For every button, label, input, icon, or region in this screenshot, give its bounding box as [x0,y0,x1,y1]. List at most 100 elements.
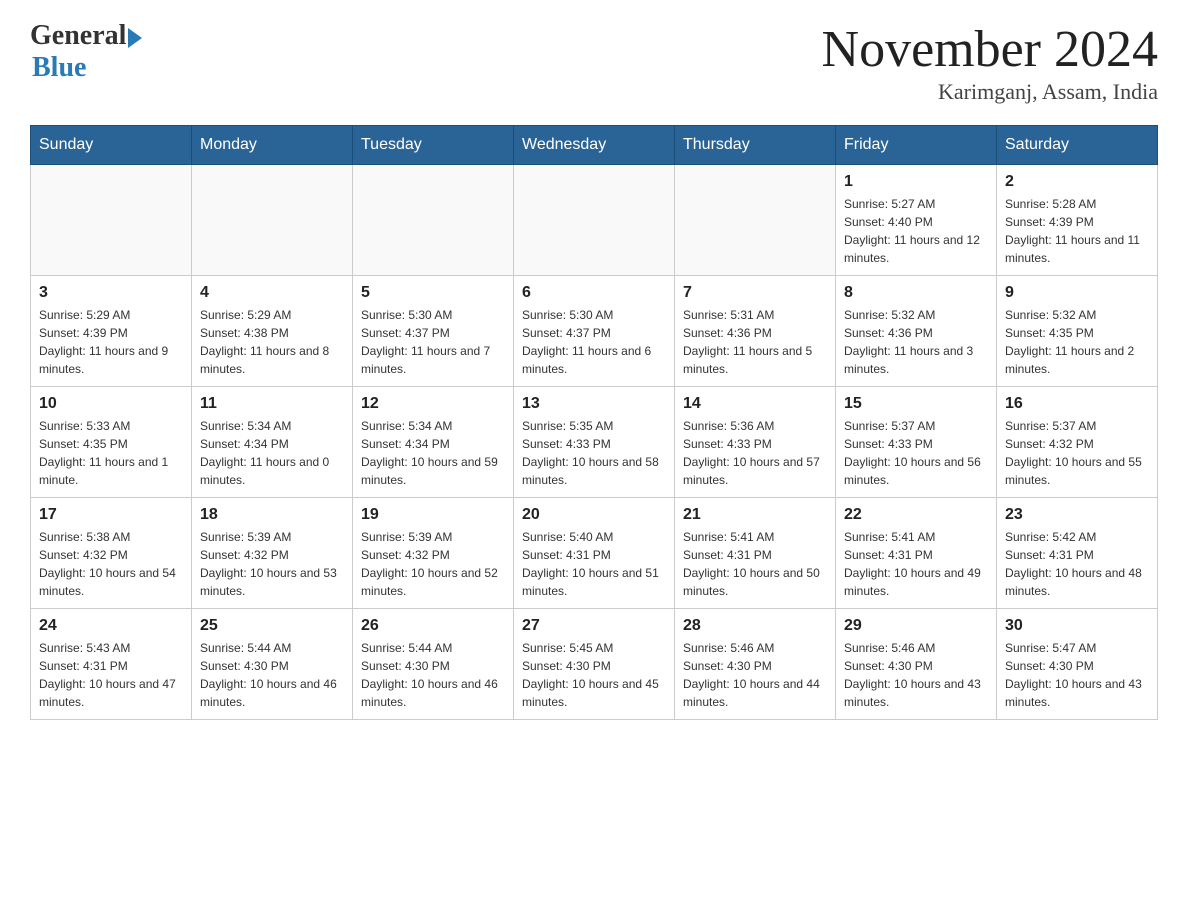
logo-general-text: General [30,20,126,52]
day-number: 15 [844,395,988,413]
calendar-cell: 13 Sunrise: 5:35 AM Sunset: 4:33 PM Dayli… [514,387,675,498]
calendar-cell: 8 Sunrise: 5:32 AM Sunset: 4:36 PM Daylig… [836,276,997,387]
day-number: 12 [361,395,505,413]
day-info: Sunrise: 5:35 AM Sunset: 4:33 PM Dayligh… [522,417,666,489]
day-number: 20 [522,506,666,524]
day-info: Sunrise: 5:44 AM Sunset: 4:30 PM Dayligh… [200,639,344,711]
weekday-header-sunday: Sunday [31,126,192,165]
calendar-cell [675,165,836,276]
day-number: 25 [200,617,344,635]
day-number: 26 [361,617,505,635]
calendar-cell: 27Sunrise: 5:45 AM Sunset: 4:30 PM Dayli… [514,609,675,720]
day-number: 3 [39,284,183,302]
day-info: Sunrise: 5:38 AM Sunset: 4:32 PM Dayligh… [39,528,183,600]
day-info: Sunrise: 5:28 AM Sunset: 4:39 PM Dayligh… [1005,195,1149,267]
calendar-week-row: 3Sunrise: 5:29 AM Sunset: 4:39 PM Daylig… [31,276,1158,387]
day-number: 19 [361,506,505,524]
weekday-header-tuesday: Tuesday [353,126,514,165]
day-info: Sunrise: 5:39 AM Sunset: 4:32 PM Dayligh… [361,528,505,600]
calendar-week-row: 24Sunrise: 5:43 AM Sunset: 4:31 PM Dayli… [31,609,1158,720]
day-number: 16 [1005,395,1149,413]
calendar-cell: 17 Sunrise: 5:38 AM Sunset: 4:32 PM Dayli… [31,498,192,609]
day-number: 22 [844,506,988,524]
day-info: Sunrise: 5:32 AM Sunset: 4:36 PM Dayligh… [844,306,988,378]
day-info: Sunrise: 5:34 AM Sunset: 4:34 PM Dayligh… [361,417,505,489]
day-number: 23 [1005,506,1149,524]
calendar-cell: 11Sunrise: 5:34 AM Sunset: 4:34 PM Dayli… [192,387,353,498]
calendar-cell [31,165,192,276]
day-number: 28 [683,617,827,635]
page-header: General Blue November 2024 Karimganj, As… [30,20,1158,105]
weekday-header-saturday: Saturday [997,126,1158,165]
calendar-cell: 19 Sunrise: 5:39 AM Sunset: 4:32 PM Dayli… [353,498,514,609]
day-info: Sunrise: 5:33 AM Sunset: 4:35 PM Dayligh… [39,417,183,489]
calendar-table: SundayMondayTuesdayWednesdayThursdayFrid… [30,125,1158,720]
day-number: 10 [39,395,183,413]
calendar-cell: 16 Sunrise: 5:37 AM Sunset: 4:32 PM Dayli… [997,387,1158,498]
calendar-cell: 2 Sunrise: 5:28 AM Sunset: 4:39 PM Daylig… [997,165,1158,276]
calendar-cell: 12 Sunrise: 5:34 AM Sunset: 4:34 PM Dayli… [353,387,514,498]
calendar-week-row: 10 Sunrise: 5:33 AM Sunset: 4:35 PM Dayli… [31,387,1158,498]
logo-blue-text: Blue [32,52,86,84]
day-info: Sunrise: 5:43 AM Sunset: 4:31 PM Dayligh… [39,639,183,711]
day-info: Sunrise: 5:36 AM Sunset: 4:33 PM Dayligh… [683,417,827,489]
calendar-cell: 24Sunrise: 5:43 AM Sunset: 4:31 PM Dayli… [31,609,192,720]
day-info: Sunrise: 5:44 AM Sunset: 4:30 PM Dayligh… [361,639,505,711]
calendar-cell: 7 Sunrise: 5:31 AM Sunset: 4:36 PM Daylig… [675,276,836,387]
day-number: 29 [844,617,988,635]
calendar-cell: 25 Sunrise: 5:44 AM Sunset: 4:30 PM Dayli… [192,609,353,720]
day-info: Sunrise: 5:46 AM Sunset: 4:30 PM Dayligh… [683,639,827,711]
logo: General Blue [30,20,142,84]
day-number: 6 [522,284,666,302]
calendar-cell [353,165,514,276]
day-info: Sunrise: 5:37 AM Sunset: 4:32 PM Dayligh… [1005,417,1149,489]
day-info: Sunrise: 5:27 AM Sunset: 4:40 PM Dayligh… [844,195,988,267]
day-number: 21 [683,506,827,524]
calendar-cell [192,165,353,276]
day-info: Sunrise: 5:41 AM Sunset: 4:31 PM Dayligh… [683,528,827,600]
calendar-cell: 20 Sunrise: 5:40 AM Sunset: 4:31 PM Dayli… [514,498,675,609]
day-info: Sunrise: 5:37 AM Sunset: 4:33 PM Dayligh… [844,417,988,489]
calendar-cell: 5Sunrise: 5:30 AM Sunset: 4:37 PM Daylig… [353,276,514,387]
day-info: Sunrise: 5:39 AM Sunset: 4:32 PM Dayligh… [200,528,344,600]
calendar-cell: 14 Sunrise: 5:36 AM Sunset: 4:33 PM Dayli… [675,387,836,498]
day-number: 5 [361,284,505,302]
calendar-cell: 1Sunrise: 5:27 AM Sunset: 4:40 PM Daylig… [836,165,997,276]
title-area: November 2024 Karimganj, Assam, India [822,20,1158,105]
day-info: Sunrise: 5:34 AM Sunset: 4:34 PM Dayligh… [200,417,344,489]
calendar-cell: 10 Sunrise: 5:33 AM Sunset: 4:35 PM Dayli… [31,387,192,498]
weekday-header-thursday: Thursday [675,126,836,165]
logo-arrow-icon [128,28,142,48]
day-number: 2 [1005,173,1149,191]
day-info: Sunrise: 5:31 AM Sunset: 4:36 PM Dayligh… [683,306,827,378]
weekday-header-wednesday: Wednesday [514,126,675,165]
day-info: Sunrise: 5:32 AM Sunset: 4:35 PM Dayligh… [1005,306,1149,378]
day-info: Sunrise: 5:46 AM Sunset: 4:30 PM Dayligh… [844,639,988,711]
weekday-header-friday: Friday [836,126,997,165]
calendar-cell: 28 Sunrise: 5:46 AM Sunset: 4:30 PM Dayli… [675,609,836,720]
calendar-cell: 21 Sunrise: 5:41 AM Sunset: 4:31 PM Dayli… [675,498,836,609]
calendar-cell: 29 Sunrise: 5:46 AM Sunset: 4:30 PM Dayli… [836,609,997,720]
calendar-cell: 4Sunrise: 5:29 AM Sunset: 4:38 PM Daylig… [192,276,353,387]
day-info: Sunrise: 5:30 AM Sunset: 4:37 PM Dayligh… [522,306,666,378]
calendar-cell: 26 Sunrise: 5:44 AM Sunset: 4:30 PM Dayli… [353,609,514,720]
day-number: 14 [683,395,827,413]
calendar-subtitle: Karimganj, Assam, India [822,79,1158,105]
day-info: Sunrise: 5:41 AM Sunset: 4:31 PM Dayligh… [844,528,988,600]
calendar-cell: 23 Sunrise: 5:42 AM Sunset: 4:31 PM Dayli… [997,498,1158,609]
day-info: Sunrise: 5:47 AM Sunset: 4:30 PM Dayligh… [1005,639,1149,711]
day-number: 13 [522,395,666,413]
day-number: 7 [683,284,827,302]
calendar-cell: 6 Sunrise: 5:30 AM Sunset: 4:37 PM Daylig… [514,276,675,387]
day-info: Sunrise: 5:40 AM Sunset: 4:31 PM Dayligh… [522,528,666,600]
calendar-title: November 2024 [822,20,1158,79]
calendar-cell: 18 Sunrise: 5:39 AM Sunset: 4:32 PM Dayli… [192,498,353,609]
day-number: 17 [39,506,183,524]
calendar-cell: 22 Sunrise: 5:41 AM Sunset: 4:31 PM Dayli… [836,498,997,609]
day-number: 8 [844,284,988,302]
day-info: Sunrise: 5:42 AM Sunset: 4:31 PM Dayligh… [1005,528,1149,600]
day-number: 30 [1005,617,1149,635]
calendar-week-row: 1Sunrise: 5:27 AM Sunset: 4:40 PM Daylig… [31,165,1158,276]
day-number: 18 [200,506,344,524]
calendar-cell: 30 Sunrise: 5:47 AM Sunset: 4:30 PM Dayli… [997,609,1158,720]
